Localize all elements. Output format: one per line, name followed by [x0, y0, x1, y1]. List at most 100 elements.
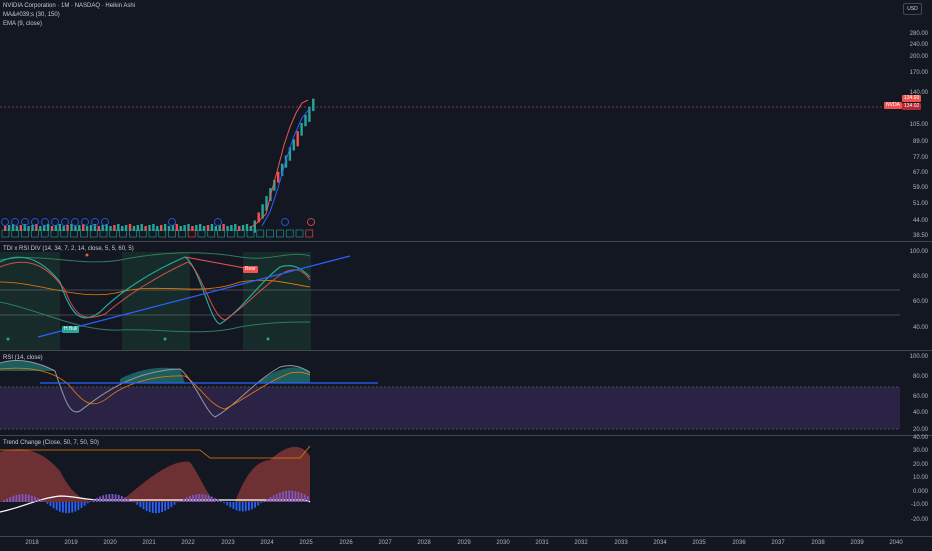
histogram-bar [143, 502, 145, 509]
trend-pane[interactable]: Trend Change (Close, 50, 7, 50, 50) [0, 436, 900, 536]
event-marker-icon [282, 219, 289, 226]
time-tick: 2037 [771, 540, 784, 546]
bull-signal-tag: H Bull [62, 326, 79, 333]
histogram-bar [291, 491, 293, 502]
price-tag-current: 134.93 [902, 95, 921, 102]
event-marker-icon [102, 219, 109, 226]
histogram-bar [87, 502, 89, 503]
histogram-bar [236, 502, 238, 510]
dividend-marker-icon [296, 230, 303, 237]
histogram-bar [22, 494, 24, 502]
event-marker-icon [52, 219, 59, 226]
rsi-label[interactable]: RSI (14, close) [3, 355, 43, 362]
time-tick: 2032 [574, 540, 587, 546]
time-tick: 2021 [142, 540, 155, 546]
histogram-bar [71, 502, 73, 513]
candle [277, 172, 279, 183]
histogram-bar [155, 502, 157, 513]
event-marker-icon [42, 219, 49, 226]
histogram-bar [220, 501, 222, 502]
trend-axis[interactable]: 40.00 30.00 20.00 10.00 0.000 -10.00 -20… [900, 436, 932, 536]
histogram-bar [202, 494, 204, 502]
price-tick: 170.00 [910, 70, 928, 76]
price-axis[interactable]: USD 280.00 240.00 200.00 170.00 140.00 1… [900, 0, 932, 241]
price-tag-close: 134.02 [902, 103, 921, 110]
dividend-marker-icon [100, 230, 107, 237]
histogram-bar [282, 491, 284, 502]
time-tick: 2025 [299, 540, 312, 546]
histogram-bar [233, 502, 235, 509]
dividend-marker-icon [276, 230, 283, 237]
histogram-bar [279, 492, 281, 502]
dividend-marker-icon [41, 230, 48, 237]
price-tick: 280.00 [910, 31, 928, 37]
price-pane[interactable]: NVIDIA Corporation · 1M · NASDAQ · Heiki… [0, 0, 900, 241]
dividend-marker-icon [139, 230, 146, 237]
rsi-axis[interactable]: 100.00 80.00 60.00 40.00 20.00 [900, 351, 932, 435]
histogram-bar [68, 502, 70, 513]
rsi-chart [0, 351, 900, 435]
histogram-bar [273, 495, 275, 502]
dividend-marker-icon [129, 230, 136, 237]
trend-tick: 20.00 [913, 462, 928, 468]
dividend-marker-icon [178, 230, 185, 237]
price-tick: 51.00 [913, 201, 928, 207]
histogram-bar [84, 502, 86, 506]
histogram-bar [171, 502, 173, 507]
tdi-label[interactable]: TDI x RSI DIV (14, 34, 7, 2, 14, close, … [3, 246, 134, 253]
histogram-bar [198, 494, 200, 502]
dividend-marker-icon [306, 230, 313, 237]
histogram-bar [47, 502, 49, 504]
histogram-bar [130, 501, 132, 502]
histogram-bar [93, 500, 95, 502]
tdi-tick: 80.00 [913, 274, 928, 280]
time-tick: 2036 [732, 540, 745, 546]
currency-button[interactable]: USD [903, 3, 922, 15]
dividend-marker-icon [120, 230, 127, 237]
histogram-bar [254, 502, 256, 508]
tdi-pane[interactable]: TDI x RSI DIV (14, 34, 7, 2, 14, close, … [0, 242, 900, 350]
dividend-marker-icon [169, 230, 176, 237]
rsi-tick: 20.00 [913, 427, 928, 433]
time-tick: 2033 [614, 540, 627, 546]
rsi-tick: 80.00 [913, 374, 928, 380]
histogram-bar [307, 496, 309, 502]
dividend-marker-icon [237, 230, 244, 237]
histogram-bar [28, 495, 30, 502]
histogram-bar [37, 498, 39, 502]
histogram-bar [205, 495, 207, 502]
histogram-bar [248, 502, 250, 511]
rsi-tick: 60.00 [913, 394, 928, 400]
ema-indicator-label[interactable]: EMA (9, close) [3, 21, 42, 28]
histogram-bar [167, 502, 169, 509]
trend-tick: 10.00 [913, 475, 928, 481]
time-tick: 2018 [25, 540, 38, 546]
price-tick: 38.50 [913, 233, 928, 239]
histogram-bar [214, 498, 216, 502]
dividend-marker-icon [51, 230, 58, 237]
price-tick: 105.00 [910, 122, 928, 128]
dividend-marker-icon [208, 230, 215, 237]
histogram-bar [195, 494, 197, 502]
histogram-bar [25, 494, 27, 502]
candle [137, 225, 139, 231]
event-marker-icon [72, 219, 79, 226]
trend-label[interactable]: Trend Change (Close, 50, 7, 50, 50) [3, 440, 99, 447]
candle [300, 123, 302, 136]
dividend-marker-icon [71, 230, 78, 237]
price-tick: 89.00 [913, 139, 928, 145]
histogram-bar [217, 500, 219, 502]
histogram-bar [276, 494, 278, 502]
ma-indicator-label[interactable]: MA&#039;s (30, 150) [3, 12, 60, 19]
bear-signal-tag: Bear [243, 266, 258, 273]
symbol-tag: NVDA [884, 102, 902, 109]
tdi-chart [0, 242, 900, 350]
histogram-bar [121, 496, 123, 502]
dividend-marker-icon [149, 230, 156, 237]
tdi-axis[interactable]: 100.00 80.00 60.00 40.00 [900, 242, 932, 350]
histogram-bar [105, 495, 107, 502]
rsi-pane[interactable]: RSI (14, close) [0, 351, 900, 435]
time-tick: 2038 [811, 540, 824, 546]
time-tick: 2024 [260, 540, 273, 546]
dividend-marker-icon [198, 230, 205, 237]
